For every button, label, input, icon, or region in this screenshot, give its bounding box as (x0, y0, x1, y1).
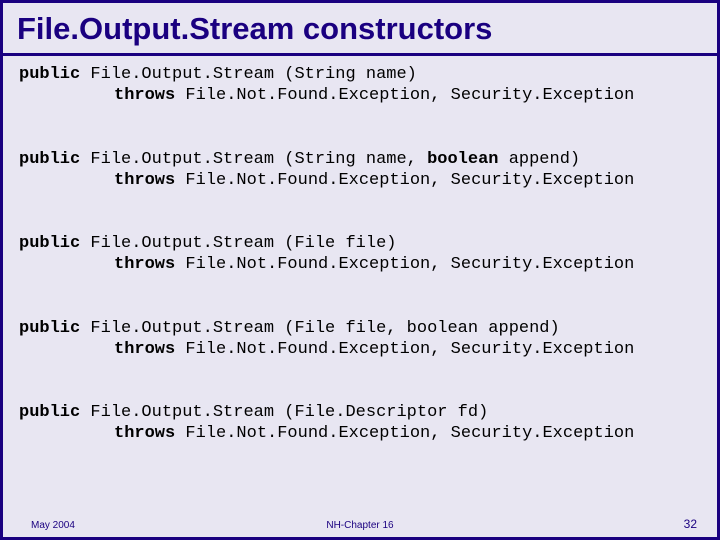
keyword-boolean: boolean (427, 150, 498, 169)
footer-date: May 2004 (31, 520, 75, 531)
keyword-public: public (19, 234, 80, 253)
signature-line: File.Output.Stream (String name) (80, 65, 417, 84)
signature-line: File.Output.Stream (File.Descriptor fd) (80, 403, 488, 422)
signature-line-a: File.Output.Stream (String name, (80, 150, 427, 169)
footer-chapter: NH-Chapter 16 (326, 520, 393, 531)
throws-line: File.Not.Found.Exception, Security.Excep… (175, 424, 634, 443)
footer-page-number: 32 (684, 517, 697, 531)
constructor-block: public File.Output.Stream (File file, bo… (19, 318, 701, 361)
signature-line: File.Output.Stream (File file) (80, 234, 396, 253)
keyword-public: public (19, 150, 80, 169)
throws-line: File.Not.Found.Exception, Security.Excep… (175, 171, 634, 190)
keyword-throws: throws (114, 171, 175, 190)
slide-content: public File.Output.Stream (String name) … (3, 60, 717, 445)
throws-line: File.Not.Found.Exception, Security.Excep… (175, 340, 634, 359)
constructor-block: public File.Output.Stream (String name, … (19, 149, 701, 192)
throws-line: File.Not.Found.Exception, Security.Excep… (175, 255, 634, 274)
signature-line-b: append) (499, 150, 581, 169)
keyword-throws: throws (114, 86, 175, 105)
keyword-public: public (19, 65, 80, 84)
slide-footer: May 2004 NH-Chapter 16 32 (3, 517, 717, 531)
keyword-public: public (19, 403, 80, 422)
keyword-throws: throws (114, 340, 175, 359)
keyword-public: public (19, 319, 80, 338)
constructor-block: public File.Output.Stream (String name) … (19, 64, 701, 107)
slide-title: File.Output.Stream constructors (3, 3, 717, 53)
keyword-throws: throws (114, 255, 175, 274)
keyword-throws: throws (114, 424, 175, 443)
title-underline (3, 53, 717, 56)
constructor-block: public File.Output.Stream (File file) th… (19, 233, 701, 276)
signature-line: File.Output.Stream (File file, boolean a… (80, 319, 559, 338)
constructor-block: public File.Output.Stream (File.Descript… (19, 402, 701, 445)
throws-line: File.Not.Found.Exception, Security.Excep… (175, 86, 634, 105)
